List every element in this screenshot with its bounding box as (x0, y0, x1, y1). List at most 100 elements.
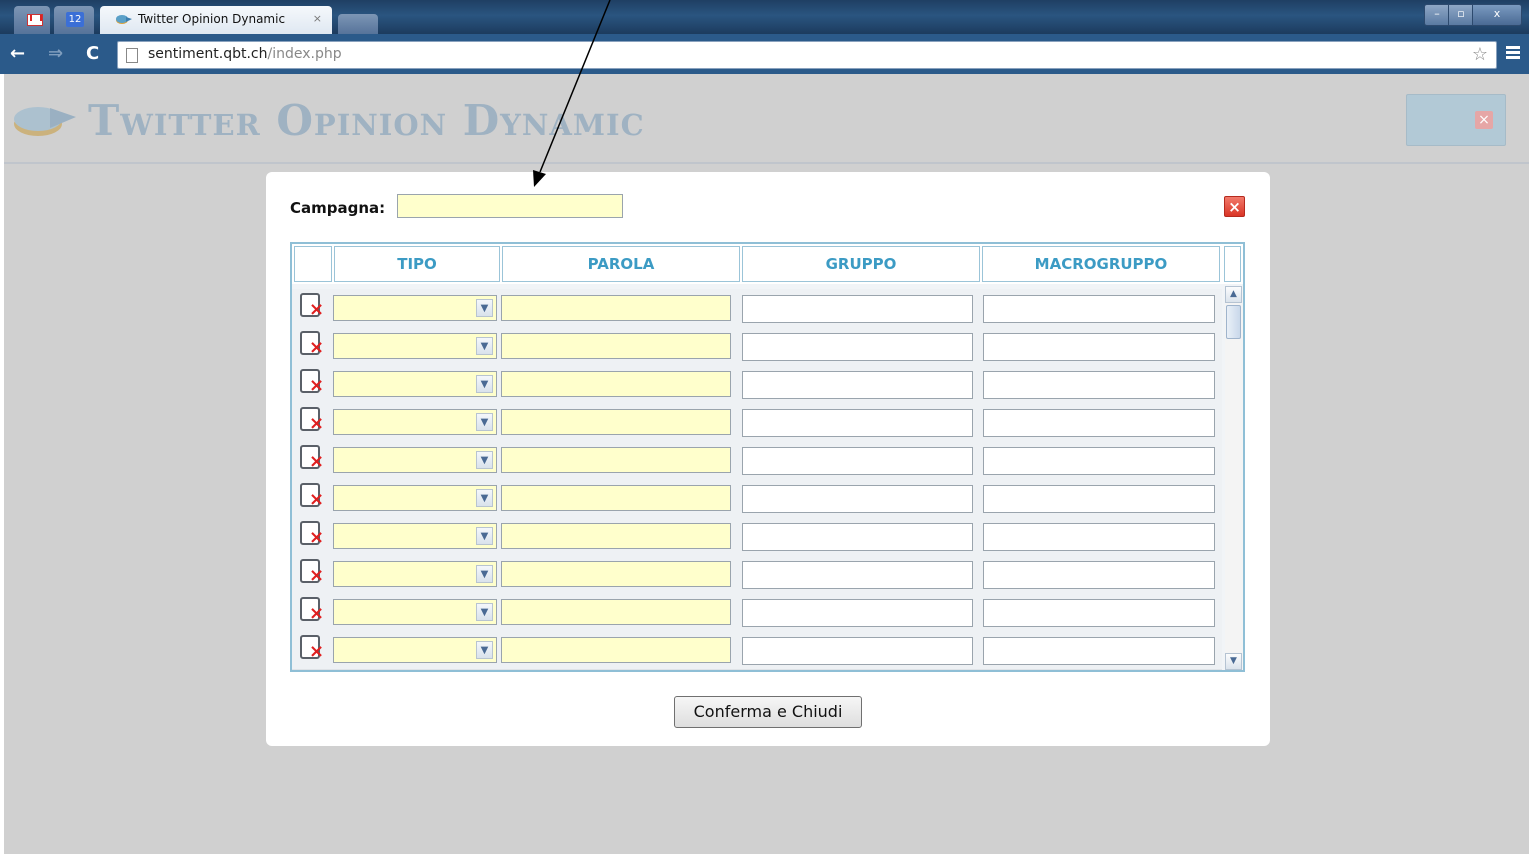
delete-row-icon[interactable]: × (300, 559, 324, 587)
tipo-select[interactable]: ▼ (333, 561, 497, 587)
gruppo-input[interactable] (742, 295, 973, 323)
tab-close-icon[interactable]: × (313, 12, 322, 25)
macrogruppo-input[interactable] (983, 295, 1215, 323)
app-logo-icon (14, 107, 76, 136)
new-tab-button[interactable] (338, 14, 378, 34)
chevron-down-icon[interactable]: ▼ (476, 299, 493, 317)
column-header-gruppo[interactable]: GRUPPO (742, 246, 980, 282)
tipo-select[interactable]: ▼ (333, 409, 497, 435)
reload-icon[interactable]: C (86, 44, 99, 64)
dialog-close-button[interactable]: × (1224, 196, 1245, 217)
parola-input[interactable] (501, 371, 731, 397)
url-host: sentiment.qbt.ch (148, 46, 268, 62)
column-header-macrogruppo[interactable]: MACROGRUPPO (982, 246, 1220, 282)
gruppo-input[interactable] (742, 333, 973, 361)
parola-input[interactable] (501, 523, 731, 549)
minimize-button[interactable]: – (1424, 4, 1450, 26)
parola-input[interactable] (501, 333, 731, 359)
gruppo-input[interactable] (742, 485, 973, 513)
gruppo-input[interactable] (742, 371, 973, 399)
delete-row-icon[interactable]: × (300, 521, 324, 549)
campaign-input[interactable] (397, 194, 623, 218)
delete-row-icon[interactable]: × (300, 597, 324, 625)
tab-calendar[interactable]: 12 (54, 6, 94, 34)
table-row: × ▼ (292, 593, 1222, 632)
macrogruppo-input[interactable] (983, 447, 1215, 475)
delete-row-icon[interactable]: × (300, 407, 324, 435)
macrogruppo-input[interactable] (983, 523, 1215, 551)
page-icon (126, 48, 138, 63)
app-title: Twitter Opinion Dynamic (88, 96, 645, 145)
gruppo-input[interactable] (742, 523, 973, 551)
chevron-down-icon[interactable]: ▼ (476, 451, 493, 469)
chevron-down-icon[interactable]: ▼ (476, 413, 493, 431)
tipo-select[interactable]: ▼ (333, 599, 497, 625)
tipo-select[interactable]: ▼ (333, 295, 497, 321)
macrogruppo-input[interactable] (983, 561, 1215, 589)
chevron-down-icon[interactable]: ▼ (476, 565, 493, 583)
forward-arrow-icon[interactable]: ⇒ (48, 44, 63, 64)
parola-input[interactable] (501, 599, 731, 625)
tipo-select[interactable]: ▼ (333, 485, 497, 511)
header-close-button[interactable]: × (1406, 94, 1506, 146)
gruppo-input[interactable] (742, 561, 973, 589)
browser-toolbar: ← ⇒ C sentiment.qbt.ch/index.php ☆ (0, 34, 1529, 74)
delete-row-icon[interactable]: × (300, 445, 324, 473)
gruppo-input[interactable] (742, 447, 973, 475)
grid-scrollbar[interactable]: ▲ ▼ (1225, 286, 1243, 670)
scroll-down-icon[interactable]: ▼ (1225, 653, 1242, 670)
tipo-select[interactable]: ▼ (333, 523, 497, 549)
scroll-up-icon[interactable]: ▲ (1225, 286, 1242, 303)
tab-gmail[interactable] (14, 6, 50, 34)
delete-row-icon[interactable]: × (300, 369, 324, 397)
column-header-parola[interactable]: PAROLA (502, 246, 740, 282)
macrogruppo-input[interactable] (983, 371, 1215, 399)
delete-row-icon[interactable]: × (300, 331, 324, 359)
confirm-close-button[interactable]: Conferma e Chiudi (674, 696, 862, 728)
parola-input[interactable] (501, 447, 731, 473)
parola-input[interactable] (501, 409, 731, 435)
maximize-button[interactable]: ▫ (1448, 4, 1474, 26)
tab-twitter-opinion-dynamic[interactable]: Twitter Opinion Dynamic × (100, 6, 332, 34)
close-icon: × (1475, 111, 1493, 129)
gruppo-input[interactable] (742, 409, 973, 437)
table-row: × ▼ (292, 441, 1222, 480)
delete-row-icon[interactable]: × (300, 635, 324, 663)
scrollbar-thumb[interactable] (1226, 305, 1241, 339)
chevron-down-icon[interactable]: ▼ (476, 489, 493, 507)
delete-row-icon[interactable]: × (300, 293, 324, 321)
url-text[interactable]: sentiment.qbt.ch/index.php (148, 46, 342, 62)
macrogruppo-input[interactable] (983, 409, 1215, 437)
window-close-button[interactable]: x (1472, 4, 1522, 26)
tipo-select[interactable]: ▼ (333, 371, 497, 397)
keywords-grid: TIPO PAROLA GRUPPO MACROGRUPPO × ▼ × ▼ × ▼ × ▼ ×… (290, 242, 1245, 672)
tipo-select[interactable]: ▼ (333, 333, 497, 359)
bookmark-star-icon[interactable]: ☆ (1472, 44, 1488, 65)
keywords-dialog: Campagna: × TIPO PAROLA GRUPPO MACROGRUP… (266, 172, 1270, 746)
table-row: × ▼ (292, 555, 1222, 594)
chevron-down-icon[interactable]: ▼ (476, 375, 493, 393)
column-header-tipo[interactable]: TIPO (334, 246, 500, 282)
gruppo-input[interactable] (742, 637, 973, 665)
tipo-select[interactable]: ▼ (333, 637, 497, 663)
macrogruppo-input[interactable] (983, 599, 1215, 627)
chevron-down-icon[interactable]: ▼ (476, 527, 493, 545)
parola-input[interactable] (501, 295, 731, 321)
back-arrow-icon[interactable]: ← (10, 44, 25, 64)
parola-input[interactable] (501, 561, 731, 587)
chrome-menu-icon[interactable] (1506, 46, 1520, 61)
macrogruppo-input[interactable] (983, 485, 1215, 513)
tipo-select[interactable]: ▼ (333, 447, 497, 473)
chevron-down-icon[interactable]: ▼ (476, 603, 493, 621)
gruppo-input[interactable] (742, 599, 973, 627)
parola-input[interactable] (501, 637, 731, 663)
delete-row-icon[interactable]: × (300, 483, 324, 511)
table-row: × ▼ (292, 365, 1222, 404)
parola-input[interactable] (501, 485, 731, 511)
macrogruppo-input[interactable] (983, 333, 1215, 361)
address-bar[interactable]: sentiment.qbt.ch/index.php ☆ (117, 41, 1497, 69)
macrogruppo-input[interactable] (983, 637, 1215, 665)
chevron-down-icon[interactable]: ▼ (476, 641, 493, 659)
chevron-down-icon[interactable]: ▼ (476, 337, 493, 355)
tab-title: Twitter Opinion Dynamic (138, 12, 286, 26)
